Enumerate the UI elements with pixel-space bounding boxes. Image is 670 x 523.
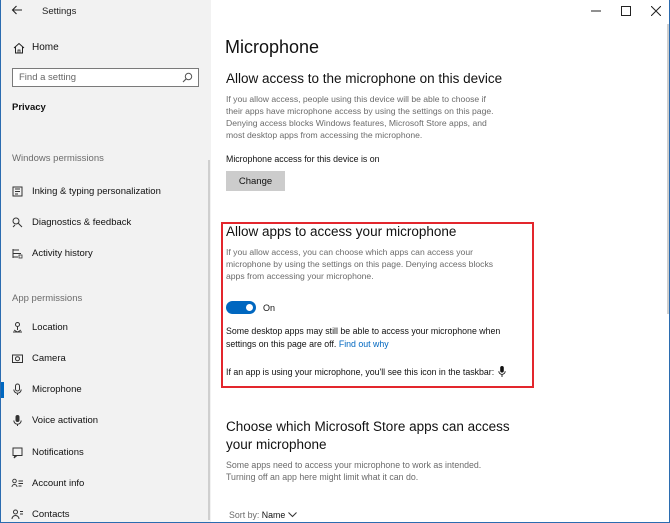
inking-icon (12, 186, 23, 197)
sort-by-label: Sort by: (229, 510, 260, 520)
sidebar-item-label: Voice activation (32, 415, 99, 426)
minimize-button[interactable] (581, 0, 611, 22)
sidebar-item-label: Activity history (32, 248, 93, 259)
voice-activation-icon (13, 415, 22, 426)
taskbar-microphone-icon (498, 366, 506, 377)
notifications-icon (12, 447, 23, 459)
app-access-heading: Allow apps to access your microphone (226, 224, 457, 239)
sidebar-item-location[interactable]: Location (1, 316, 209, 340)
taskbar-note-text: If an app is using your microphone, you'… (226, 367, 495, 377)
search-icon[interactable] (182, 72, 193, 83)
sidebar-item-label: Inking & typing personalization (32, 186, 161, 197)
page-title: Microphone (225, 37, 320, 57)
note-line: settings on this page are off. Find out … (226, 338, 500, 351)
diagnostics-icon (12, 217, 23, 228)
description-line: If you allow access, people using this d… (226, 94, 486, 104)
maximize-icon (621, 6, 631, 16)
home-icon (13, 42, 25, 54)
note-text: settings on this page are off. (226, 338, 337, 349)
note-line: Some desktop apps may still be able to a… (226, 326, 501, 336)
sidebar-item-microphone[interactable]: Microphone (1, 378, 209, 402)
sidebar-item-label: Notifications (32, 447, 84, 458)
description-line: their apps have microphone access by usi… (226, 106, 494, 116)
store-apps-description: Some apps need to access your microphone… (226, 459, 481, 483)
change-button[interactable]: Change (226, 171, 285, 191)
description-line: microphone by using the settings on this… (226, 259, 494, 269)
microphone-icon (13, 383, 22, 395)
sidebar-item-label: Diagnostics & feedback (32, 217, 132, 228)
sort-by-value[interactable]: Name (262, 510, 285, 520)
sidebar-item-notifications[interactable]: Notifications (1, 441, 209, 465)
description-line: Turning off an app here might limit what… (226, 472, 419, 482)
sidebar-item-label: Camera (32, 353, 66, 364)
toggle-state-label: On (263, 303, 276, 313)
sidebar-item-activity-history[interactable]: Activity history (1, 242, 209, 266)
window-controls (581, 0, 669, 24)
sidebar-item-label: Location (32, 322, 68, 333)
close-icon (651, 6, 661, 16)
app-access-toggle[interactable] (226, 301, 256, 314)
device-access-description: If you allow access, people using this d… (226, 93, 494, 141)
windows-permissions-header: Windows permissions (12, 153, 104, 164)
sidebar-item-inking[interactable]: Inking & typing personalization (1, 180, 209, 204)
store-apps-heading-line1: Choose which Microsoft Store apps can ac… (226, 419, 510, 434)
search-box[interactable] (12, 68, 199, 87)
app-title: Settings (42, 6, 77, 17)
find-out-why-link[interactable]: Find out why (339, 339, 389, 349)
sidebar-item-account-info[interactable]: Account info (1, 472, 209, 496)
toggle-knob (246, 304, 253, 311)
description-line: Denying access blocks Windows features, … (226, 118, 487, 128)
main-content: Microphone Allow access to the microphon… (211, 0, 669, 522)
minimize-icon (591, 10, 601, 12)
app-permissions-header: App permissions (12, 293, 83, 304)
camera-icon (12, 354, 23, 363)
description-line: most desktop apps from accessing the mic… (226, 130, 423, 140)
sidebar-item-voice-activation[interactable]: Voice activation (1, 409, 209, 433)
sort-by-control[interactable]: Sort by: Name (229, 510, 297, 520)
back-button[interactable] (9, 4, 25, 20)
sidebar-item-label: Contacts (32, 509, 70, 520)
sidebar-item-label: Microphone (32, 384, 82, 395)
contacts-icon (11, 509, 23, 520)
sidebar-item-diagnostics[interactable]: Diagnostics & feedback (1, 211, 209, 235)
sidebar-item-camera[interactable]: Camera (1, 347, 209, 371)
sidebar: Settings Home Privacy Windows permission… (1, 0, 211, 522)
app-access-description: If you allow access, you can choose whic… (226, 246, 493, 282)
store-apps-heading-line2: your microphone (226, 437, 327, 452)
sidebar-scrollbar[interactable] (208, 160, 210, 520)
sidebar-item-label: Home (32, 42, 59, 53)
sidebar-item-contacts[interactable]: Contacts (1, 503, 209, 522)
description-line: Some apps need to access your microphone… (226, 460, 482, 470)
description-line: If you allow access, you can choose whic… (226, 247, 473, 257)
location-icon (13, 322, 22, 333)
category-title: Privacy (12, 102, 46, 113)
search-input[interactable] (19, 70, 179, 85)
taskbar-note: If an app is using your microphone, you'… (226, 366, 506, 379)
device-access-heading: Allow access to the microphone on this d… (226, 71, 503, 86)
close-button[interactable] (641, 0, 669, 22)
sidebar-item-label: Account info (32, 478, 85, 489)
back-arrow-icon (11, 5, 22, 15)
activity-history-icon (12, 249, 23, 259)
settings-window: Settings Home Privacy Windows permission… (0, 0, 670, 523)
chevron-down-icon[interactable] (287, 512, 297, 518)
description-line: apps from accessing your microphone. (226, 271, 374, 281)
device-access-status: Microphone access for this device is on (226, 154, 380, 164)
sidebar-item-home[interactable]: Home (1, 38, 211, 58)
maximize-button[interactable] (611, 0, 641, 22)
desktop-apps-note: Some desktop apps may still be able to a… (226, 325, 500, 350)
account-info-icon (11, 478, 23, 488)
